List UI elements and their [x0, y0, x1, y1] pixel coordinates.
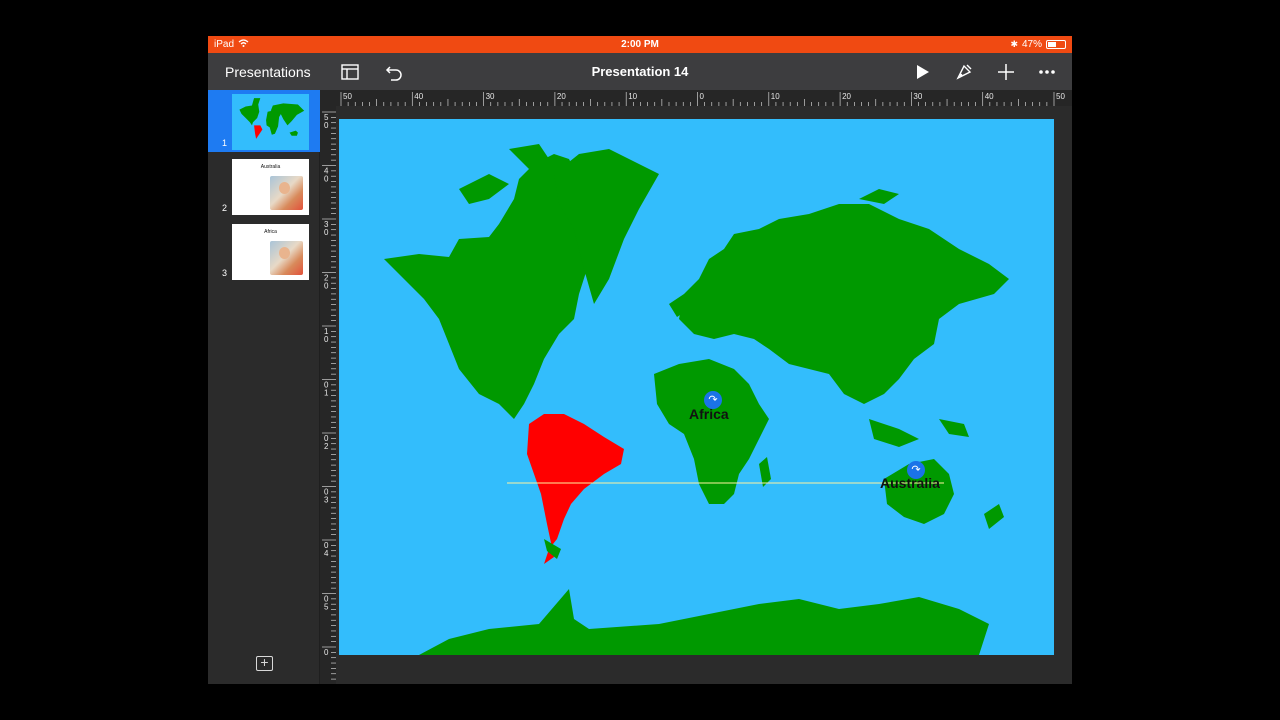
- world-map: [384, 144, 1009, 655]
- slide-number: 3: [222, 268, 228, 278]
- ruler-label: 4: [324, 549, 329, 558]
- ruler-label: 50: [1056, 92, 1065, 101]
- ipad-screen: iPad 2:00 PM ✱ 47% Presentations Present…: [208, 36, 1072, 684]
- ruler-label: 40: [414, 92, 423, 101]
- ruler-label: 0: [324, 175, 329, 184]
- undo-icon[interactable]: [383, 61, 405, 83]
- status-time: 2:00 PM: [621, 39, 659, 50]
- battery-icon: [1046, 40, 1066, 49]
- slide-number: 2: [222, 203, 228, 213]
- ruler-label: 0: [324, 335, 329, 344]
- ruler-label: 0: [324, 282, 329, 291]
- south-america-shape: [527, 414, 624, 564]
- slide-number: 1: [222, 138, 228, 148]
- status-bar: iPad 2:00 PM ✱ 47%: [208, 36, 1072, 53]
- ruler-label: 5: [324, 603, 329, 612]
- slide-thumbnail-1[interactable]: 1: [208, 90, 320, 152]
- slide-preview-map: [232, 94, 309, 150]
- ruler-label: 0: [324, 228, 329, 237]
- ruler-label: 3: [324, 496, 329, 505]
- add-slide-button[interactable]: +: [256, 655, 273, 671]
- ruler-label: 20: [842, 92, 851, 101]
- slide-preview: Africa: [232, 224, 309, 280]
- play-icon[interactable]: [911, 61, 933, 83]
- presentation-title: Presentation 14: [591, 64, 689, 79]
- slide-preview-title: Australia: [260, 164, 281, 170]
- horizontal-ruler: 50 40 30 20 10 0 10 20 30 40 50: [320, 90, 1072, 106]
- photo-thumbnail: [270, 176, 303, 210]
- ruler-label: 0: [324, 648, 329, 657]
- ruler-label: 10: [771, 92, 780, 101]
- australia-label[interactable]: Australia: [880, 475, 940, 491]
- presentations-back-button[interactable]: Presentations: [225, 64, 311, 80]
- ruler-label: 20: [557, 92, 566, 101]
- slide-navigator: 1 2 Australia 3 Africa +: [208, 90, 320, 684]
- antarctica-shape: [419, 589, 989, 655]
- photo-thumbnail: [270, 241, 303, 275]
- vertical-ruler: 504030201001020304050: [320, 106, 336, 684]
- ruler-label: 1: [324, 389, 329, 398]
- slide-preview: Australia: [232, 159, 309, 215]
- ruler-label: 2: [324, 442, 329, 451]
- ruler-label: 30: [913, 92, 922, 101]
- ruler-label: 30: [486, 92, 495, 101]
- slide-thumbnail-2[interactable]: 2 Australia: [208, 155, 320, 217]
- africa-label[interactable]: Africa: [689, 406, 729, 422]
- ellipsis-icon[interactable]: [1036, 61, 1058, 83]
- ruler-label: 0: [700, 92, 705, 101]
- battery-percent: 47%: [1021, 39, 1042, 50]
- bluetooth-icon: ✱: [1010, 39, 1018, 49]
- ruler-label: 10: [628, 92, 637, 101]
- sidebar-toggle-icon[interactable]: [339, 61, 361, 83]
- slide-preview-title: Africa: [264, 229, 277, 235]
- africa-shape: [654, 359, 769, 504]
- plus-icon[interactable]: [995, 61, 1017, 83]
- slide-thumbnail-3[interactable]: 3 Africa: [208, 220, 320, 282]
- ruler-label: 40: [985, 92, 994, 101]
- slide-canvas[interactable]: ↷ Africa ↷ Australia: [339, 119, 1054, 655]
- toolbar: Presentations Presentation 14: [208, 53, 1072, 90]
- ruler-label: 0: [324, 121, 329, 130]
- paintbrush-icon[interactable]: [953, 61, 975, 83]
- ruler-label: 50: [343, 92, 352, 101]
